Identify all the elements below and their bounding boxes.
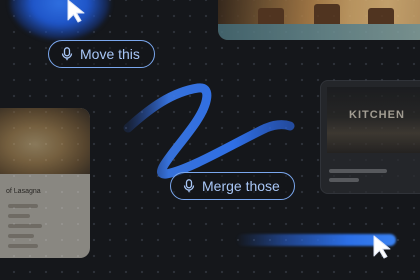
voice-command-chip-move[interactable]: Move this [48,40,155,68]
microphone-icon [183,179,195,193]
microphone-icon [61,47,73,61]
voice-command-chip-merge[interactable]: Merge those [170,172,295,200]
voice-command-label: Move this [80,46,140,62]
cursor-arrow-icon [373,235,391,259]
voice-command-label: Merge those [202,178,280,194]
